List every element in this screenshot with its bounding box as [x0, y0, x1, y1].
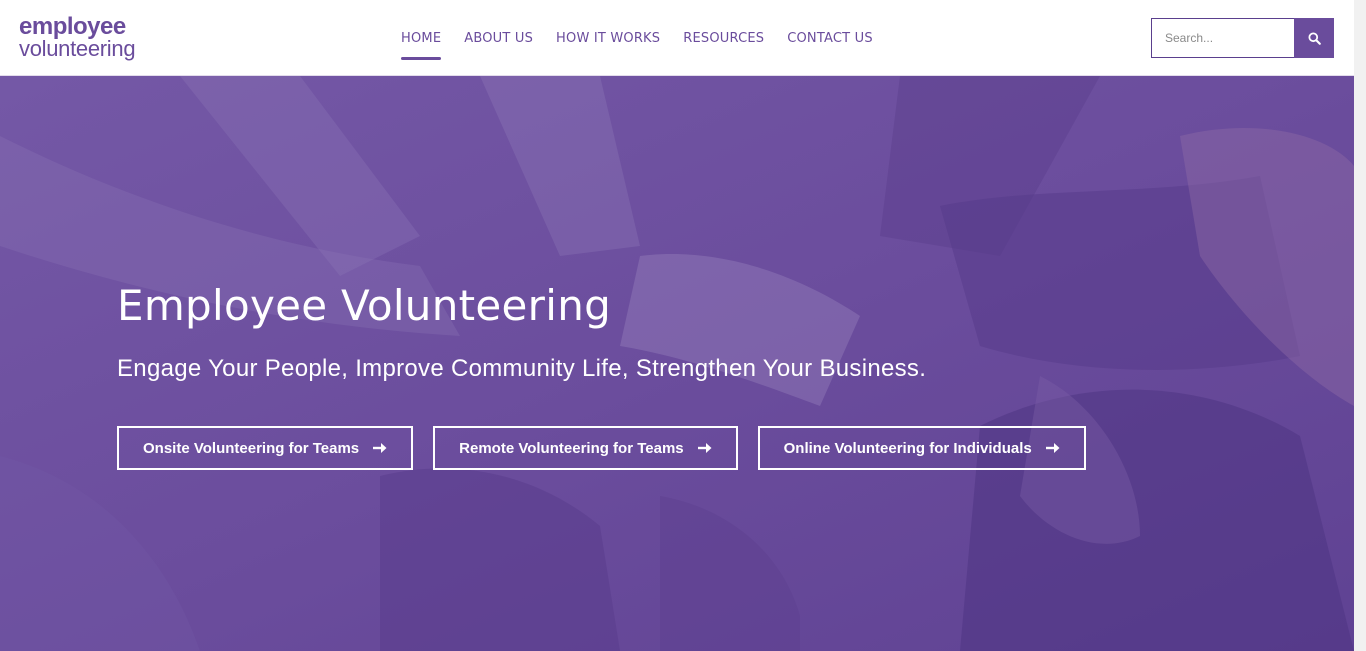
search-input[interactable] [1151, 18, 1294, 58]
onsite-volunteering-label: Onsite Volunteering for Teams [143, 439, 360, 457]
hero-subtitle: Engage Your People, Improve Community Li… [117, 355, 927, 382]
remote-volunteering-label: Remote Volunteering for Teams [459, 439, 684, 457]
nav-item-how-it-works[interactable]: HOW IT WORKS [556, 0, 660, 76]
main-nav: HOME ABOUT US HOW IT WORKS RESOURCES CON… [401, 0, 896, 76]
remote-volunteering-button[interactable]: Remote Volunteering for Teams [433, 426, 738, 470]
nav-item-resources[interactable]: RESOURCES [683, 0, 764, 76]
hero-cta-group: Onsite Volunteering for Teams Remote Vol… [117, 426, 1086, 470]
online-volunteering-button[interactable]: Online Volunteering for Individuals [757, 426, 1086, 470]
arrow-right-icon [1045, 443, 1060, 453]
search-icon [1307, 31, 1321, 45]
page-scrollbar[interactable] [1354, 0, 1366, 651]
arrow-right-icon [373, 443, 387, 453]
hero-section: Employee Volunteering Engage Your People… [0, 76, 1354, 651]
search-button[interactable] [1294, 18, 1334, 58]
arrow-right-icon [697, 443, 712, 453]
search-form [1151, 18, 1334, 58]
nav-item-contact-us[interactable]: CONTACT US [787, 0, 873, 76]
onsite-volunteering-button[interactable]: Onsite Volunteering for Teams [117, 426, 414, 470]
nav-item-home[interactable]: HOME [401, 0, 442, 76]
online-volunteering-label: Online Volunteering for Individuals [783, 439, 1032, 457]
logo[interactable]: employee volunteering [19, 14, 143, 62]
nav-item-about-us[interactable]: ABOUT US [464, 0, 533, 76]
hero-title: Employee Volunteering [117, 281, 612, 330]
site-header: employee volunteering HOME ABOUT US HOW … [0, 0, 1354, 76]
logo-text-volunteering: volunteering [19, 36, 136, 61]
